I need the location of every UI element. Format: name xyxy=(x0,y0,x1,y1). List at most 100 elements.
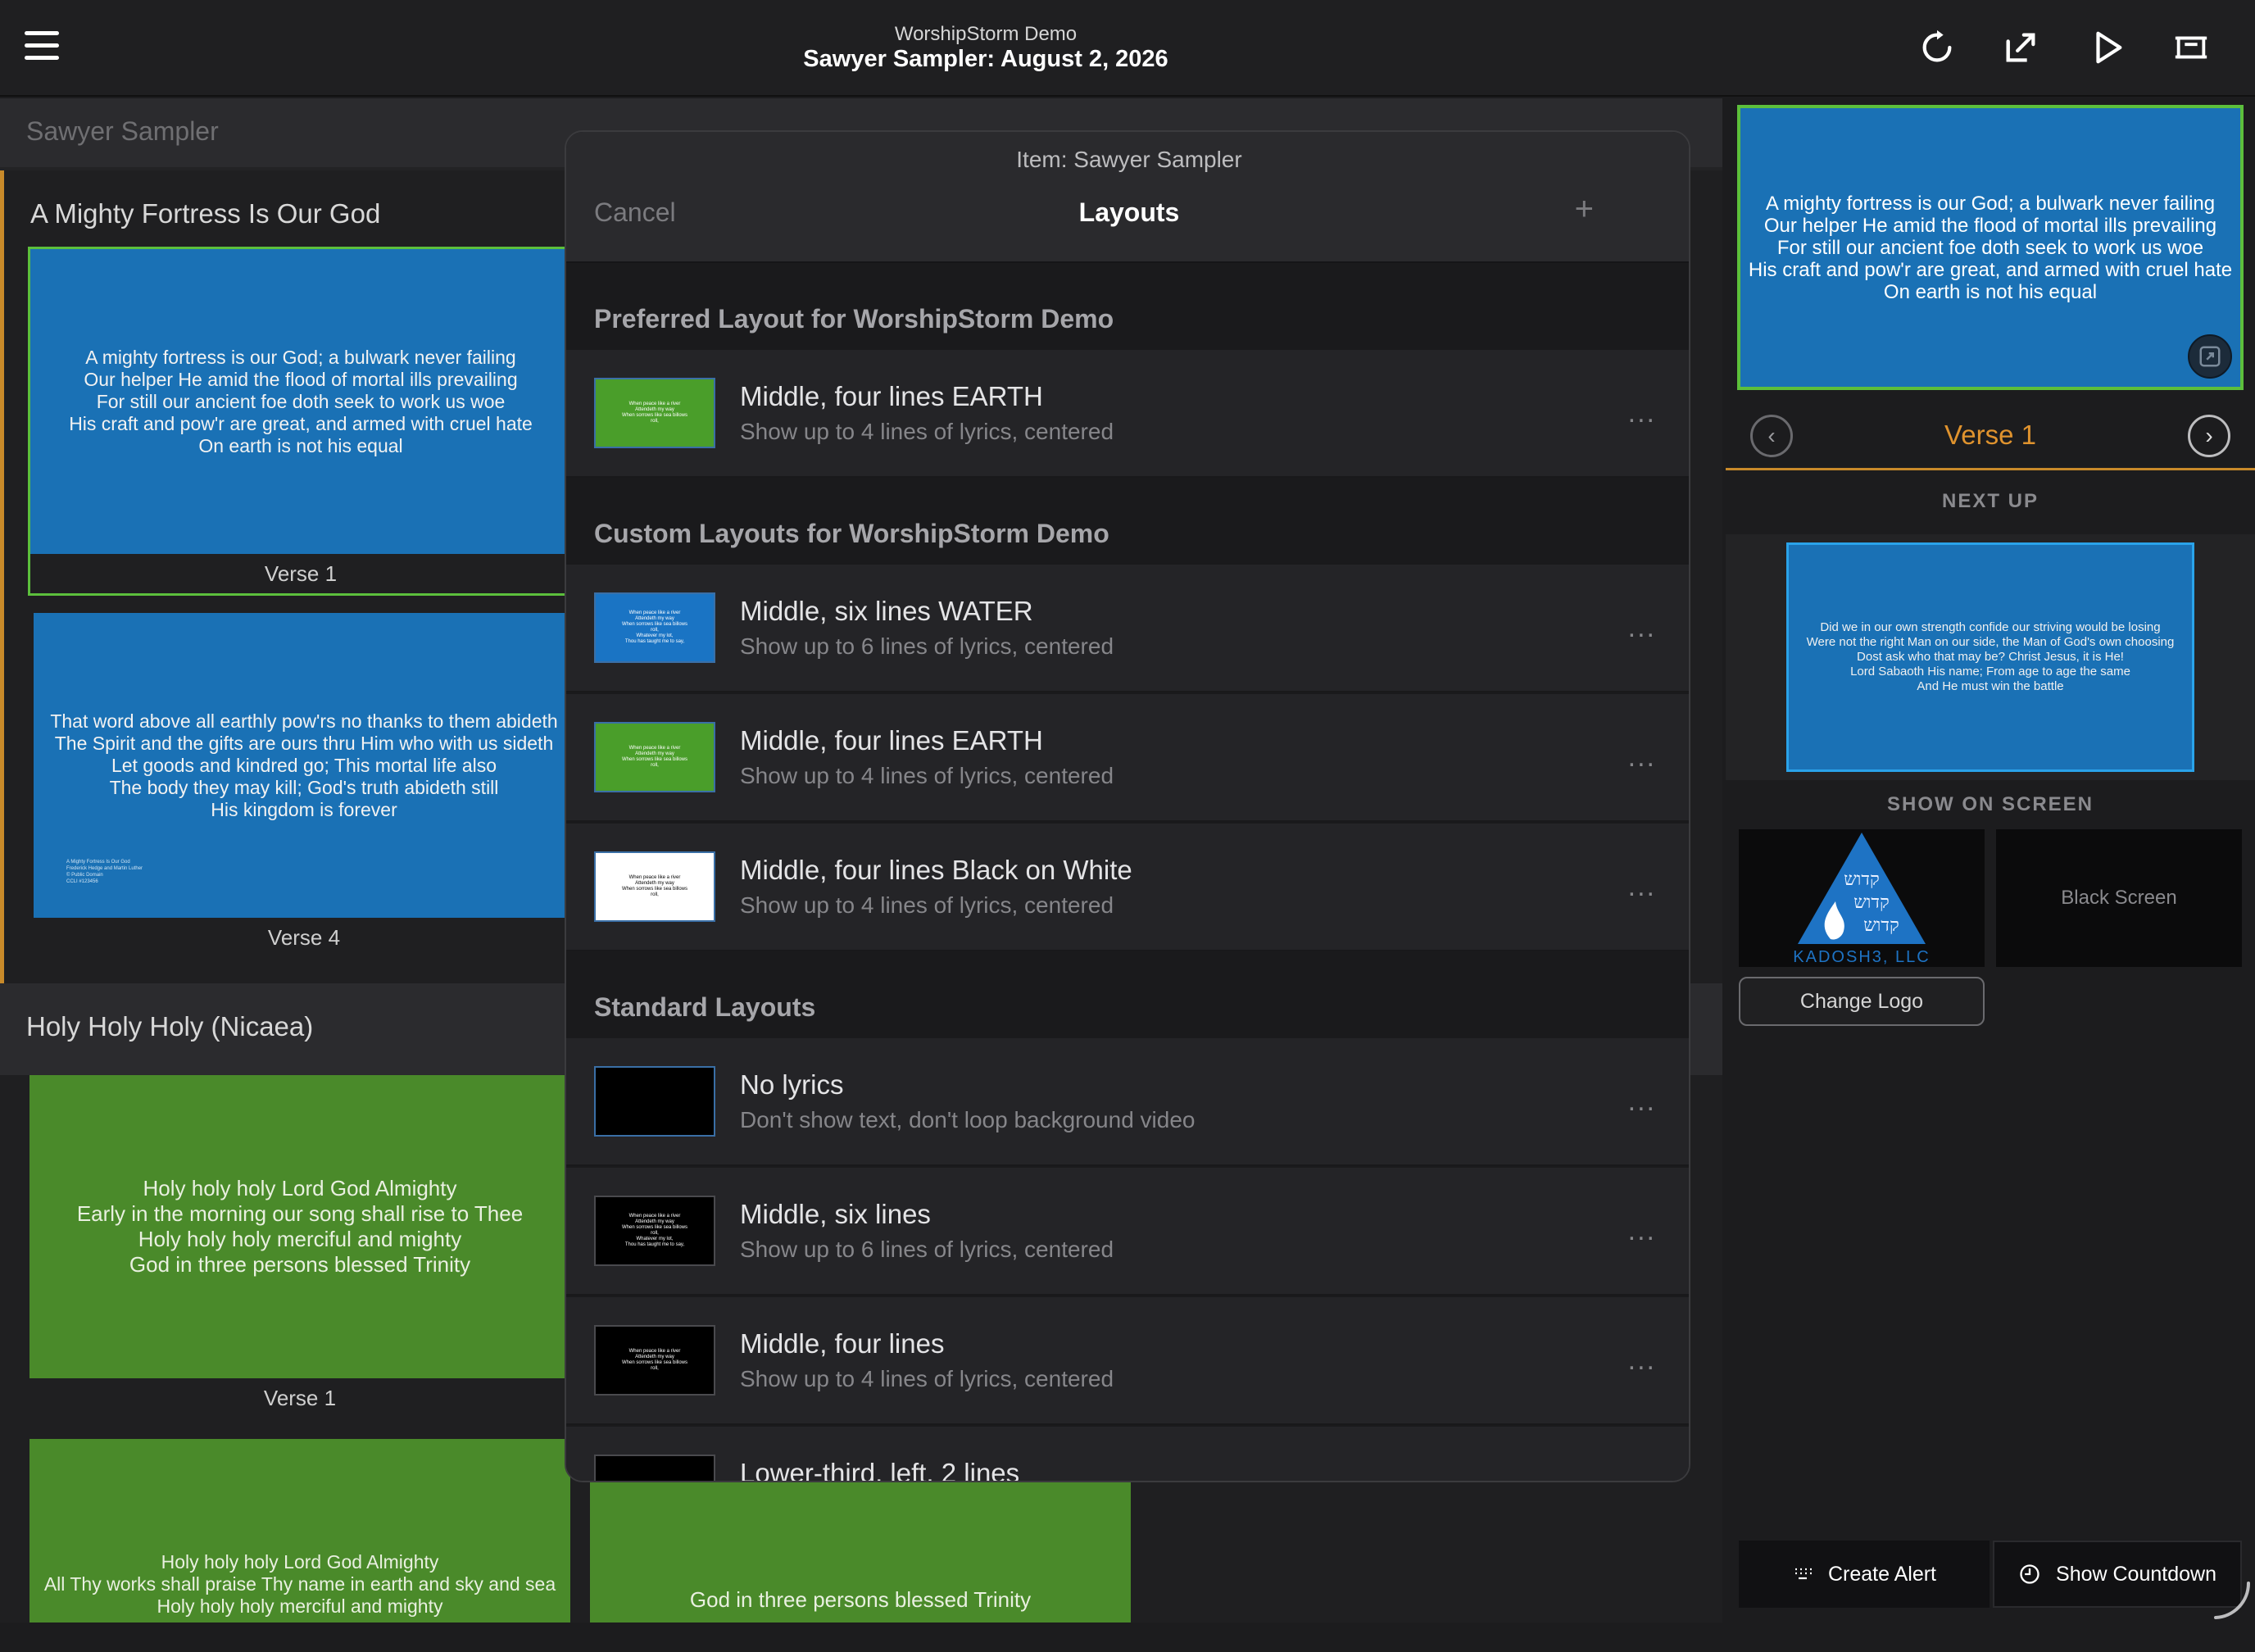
layout-description: Don't show text, don't loop background v… xyxy=(740,1107,1196,1132)
layout-name: No lyrics xyxy=(740,1069,844,1100)
refresh-icon xyxy=(1922,30,1952,62)
more-options-icon[interactable]: ... xyxy=(1628,1086,1656,1118)
verse-nav: ‹ Verse 1 › xyxy=(1726,402,2255,470)
spinner-icon xyxy=(2214,1582,2251,1619)
layout-description: Show up to 6 lines of lyrics, centered xyxy=(740,633,1114,659)
layout-thumbnail: When peace like a river Attendeth my way W… xyxy=(594,592,715,663)
more-options-icon[interactable]: ... xyxy=(1628,612,1656,644)
show-countdown-label: Show Countdown xyxy=(2056,1562,2216,1586)
next-up-lyrics: Did we in our own strength confide our s… xyxy=(1806,620,2175,693)
layout-description: Show up to 4 lines of lyrics, centered xyxy=(740,763,1114,788)
bottom-actions: Create Alert Show Countdown xyxy=(1739,1541,2242,1608)
slide-label: Verse 1 xyxy=(29,1378,570,1418)
logo-tile[interactable]: קדוש קדוש קדוש KADOSH3, LLC xyxy=(1739,829,1985,967)
layout-row[interactable]: When peace like a river Attendeth my way W… xyxy=(566,824,1689,951)
slide-tile[interactable]: A mighty fortress is our God; a bulwark … xyxy=(28,247,574,596)
layout-row[interactable]: When peace like a river Attendeth my way W… xyxy=(566,694,1689,822)
layout-name: Middle, four lines EARTH xyxy=(740,725,1043,756)
layout-description: Show up to 4 lines of lyrics, centered xyxy=(740,1366,1114,1391)
slide-credit: A Mighty Fortress Is Our God Frederick He… xyxy=(66,860,143,884)
edit-button[interactable] xyxy=(1996,23,2045,72)
more-options-icon[interactable]: ... xyxy=(1628,871,1656,903)
svg-text:קדוש: קדוש xyxy=(1844,869,1880,890)
edit-icon xyxy=(2006,33,2035,62)
black-screen-tile[interactable]: Black Screen xyxy=(1996,829,2242,967)
live-lyrics: A mighty fortress is our God; a bulwark … xyxy=(1748,192,2233,303)
layout-thumbnail xyxy=(594,1455,715,1481)
layout-name: Middle, six lines WATER xyxy=(740,596,1033,626)
group-heading: Custom Layouts for WorshipStorm Demo xyxy=(594,519,1109,548)
document-title: Sawyer Sampler: August 2, 2026 xyxy=(803,46,1168,72)
layout-row[interactable]: When peace like a river Attendeth my way W… xyxy=(566,1297,1689,1425)
current-verse: Verse 1 xyxy=(1944,420,2036,450)
expand-button[interactable] xyxy=(2188,334,2232,379)
slide-label: Verse 1 xyxy=(30,554,571,593)
app-title: WorshipStorm Demo xyxy=(894,23,1078,45)
create-alert-button[interactable]: Create Alert xyxy=(1739,1541,1990,1608)
slide-lyrics: That word above all earthly pow'rs no th… xyxy=(50,710,558,820)
clock-icon xyxy=(2020,1564,2039,1584)
layout-thumbnail xyxy=(594,1066,715,1137)
layout-row[interactable]: When peace like a river Attendeth my way W… xyxy=(566,1168,1689,1296)
add-layout-button[interactable]: + xyxy=(1575,191,1594,228)
layout-name: Middle, four lines xyxy=(740,1328,945,1359)
next-up-label: NEXT UP xyxy=(1941,490,2039,512)
svg-text:קדוש: קדוש xyxy=(1853,892,1890,913)
layout-thumbnail: When peace like a river Attendeth my way W… xyxy=(594,722,715,792)
slide-tile[interactable]: That word above all earthly pow'rs no th… xyxy=(34,613,574,957)
layout-name: Middle, four lines EARTH xyxy=(740,381,1043,411)
next-up-box: Did we in our own strength confide our s… xyxy=(1726,534,2255,780)
change-logo-button[interactable]: Change Logo xyxy=(1739,977,1985,1026)
slide-tile[interactable]: Holy holy holy Lord God Almighty Early in… xyxy=(29,1075,570,1419)
slide-image: Holy holy holy Lord God Almighty Early in… xyxy=(29,1075,570,1378)
show-on-screen-label: SHOW ON SCREEN xyxy=(1886,793,2094,815)
song-title[interactable]: A Mighty Fortress Is Our God xyxy=(30,198,380,229)
top-bar: WorshipStorm Demo Sawyer Sampler: August… xyxy=(0,0,2255,97)
play-icon xyxy=(2096,31,2122,64)
right-pane: A mighty fortress is our God; a bulwark … xyxy=(1726,98,2255,1622)
svg-text:קדוש: קדוש xyxy=(1863,915,1899,936)
more-options-icon[interactable]: ... xyxy=(1628,1345,1656,1377)
layout-description: Show up to 4 lines of lyrics, centered xyxy=(740,419,1114,444)
slide-tile[interactable]: Holy holy holy Lord God Almighty All Thy … xyxy=(29,1439,570,1622)
slide-lyrics: Holy holy holy Lord God Almighty All Thy … xyxy=(43,1551,556,1617)
layout-description: Show up to 4 lines of lyrics, centered xyxy=(740,892,1114,918)
more-options-icon[interactable]: ... xyxy=(1628,397,1656,429)
screen-icon xyxy=(2175,36,2207,59)
layout-thumbnail: When peace like a river Attendeth my way W… xyxy=(594,1325,715,1396)
modal-header: Item: Sawyer Sampler Cancel Layouts + xyxy=(566,132,1689,263)
more-options-icon[interactable]: ... xyxy=(1628,742,1656,774)
song-title[interactable]: Holy Holy Holy (Nicaea) xyxy=(26,1011,313,1042)
layout-name: Lower-third, left, 2 lines xyxy=(740,1458,1020,1482)
slide-label: Verse 4 xyxy=(34,918,574,957)
service-title: Sawyer Sampler xyxy=(26,116,219,146)
layout-row[interactable]: No lyrics Don't show text, don't loop ba… xyxy=(566,1038,1689,1166)
expand-icon xyxy=(2199,346,2221,367)
next-slide-button[interactable]: › xyxy=(2188,415,2230,457)
slide-image: That word above all earthly pow'rs no th… xyxy=(34,613,574,918)
group-heading: Standard Layouts xyxy=(594,992,816,1022)
layouts-modal: Item: Sawyer Sampler Cancel Layouts + Pr… xyxy=(565,130,1690,1482)
modal-item-label: Item: Sawyer Sampler xyxy=(1016,147,1242,172)
keyboard-icon xyxy=(1794,1568,1812,1580)
layout-thumbnail: When peace like a river Attendeth my way W… xyxy=(594,378,715,448)
modal-title: Layouts xyxy=(1078,197,1180,227)
layout-thumbnail: When peace like a river Attendeth my way W… xyxy=(594,851,715,922)
chevron-right-icon: › xyxy=(2205,423,2213,448)
show-countdown-button[interactable]: Show Countdown xyxy=(1993,1541,2242,1608)
slide-image: Holy holy holy Lord God Almighty All Thy … xyxy=(29,1439,570,1622)
screen-button[interactable] xyxy=(2167,23,2216,72)
more-options-icon[interactable]: ... xyxy=(1628,1215,1656,1247)
play-button[interactable] xyxy=(2083,23,2132,72)
layout-thumbnail: When peace like a river Attendeth my way W… xyxy=(594,1196,715,1266)
slide-image: A mighty fortress is our God; a bulwark … xyxy=(30,249,571,554)
layout-row[interactable]: Lower-third, left, 2 lines xyxy=(566,1427,1689,1482)
layout-row[interactable]: When peace like a river Attendeth my way W… xyxy=(566,565,1689,692)
live-preview[interactable]: A mighty fortress is our God; a bulwark … xyxy=(1737,105,2244,390)
layout-name: Middle, six lines xyxy=(740,1199,931,1229)
slide-lyrics: A mighty fortress is our God; a bulwark … xyxy=(69,346,533,456)
next-up-slide[interactable]: Did we in our own strength confide our s… xyxy=(1786,542,2194,772)
refresh-button[interactable] xyxy=(1912,23,1962,72)
layout-row[interactable]: When peace like a river Attendeth my way W… xyxy=(566,350,1689,478)
create-alert-label: Create Alert xyxy=(1827,1562,1936,1586)
